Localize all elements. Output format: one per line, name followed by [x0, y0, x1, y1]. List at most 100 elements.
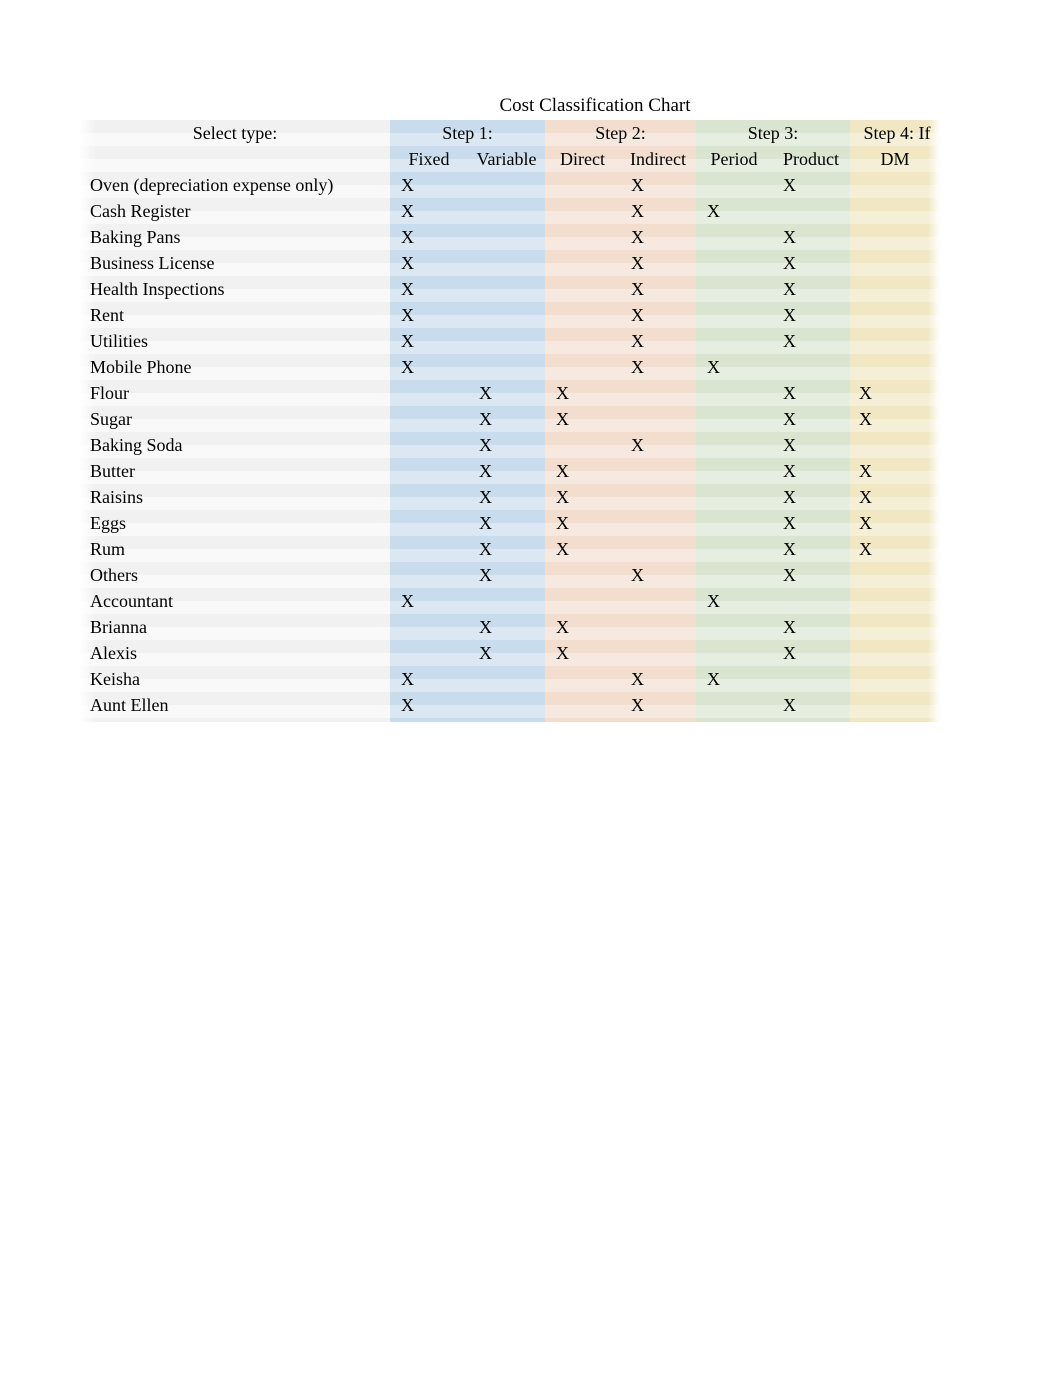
cell-direct[interactable] — [545, 666, 620, 692]
cell-direct[interactable]: X — [545, 510, 620, 536]
cell-period[interactable] — [696, 406, 772, 432]
cell-dm[interactable] — [850, 250, 940, 276]
cell-dm[interactable] — [850, 666, 940, 692]
cell-period[interactable] — [696, 328, 772, 354]
cell-direct[interactable] — [545, 562, 620, 588]
cell-indirect[interactable]: X — [620, 562, 696, 588]
cell-dm[interactable]: X — [850, 536, 940, 562]
cell-product[interactable]: X — [772, 458, 850, 484]
cell-indirect[interactable] — [620, 536, 696, 562]
cell-dm[interactable] — [850, 562, 940, 588]
cell-indirect[interactable]: X — [620, 198, 696, 224]
cell-period[interactable] — [696, 172, 772, 198]
cell-dm[interactable] — [850, 276, 940, 302]
cell-product[interactable]: X — [772, 302, 850, 328]
cell-variable[interactable] — [468, 250, 545, 276]
cell-dm[interactable]: X — [850, 406, 940, 432]
cell-direct[interactable] — [545, 198, 620, 224]
cell-direct[interactable] — [545, 432, 620, 458]
cell-fixed[interactable] — [390, 536, 468, 562]
cell-direct[interactable] — [545, 328, 620, 354]
cell-direct[interactable] — [545, 354, 620, 380]
cell-indirect[interactable] — [620, 406, 696, 432]
cell-indirect[interactable] — [620, 588, 696, 614]
cell-direct[interactable]: X — [545, 484, 620, 510]
cell-period[interactable] — [696, 302, 772, 328]
cell-indirect[interactable]: X — [620, 276, 696, 302]
cell-direct[interactable]: X — [545, 614, 620, 640]
cell-product[interactable] — [772, 354, 850, 380]
cell-variable[interactable] — [468, 224, 545, 250]
cell-variable[interactable]: X — [468, 484, 545, 510]
cell-product[interactable]: X — [772, 640, 850, 666]
cell-indirect[interactable] — [620, 484, 696, 510]
cell-variable[interactable]: X — [468, 432, 545, 458]
cell-period[interactable]: X — [696, 198, 772, 224]
cell-dm[interactable] — [850, 224, 940, 250]
cell-period[interactable] — [696, 484, 772, 510]
cell-product[interactable]: X — [772, 328, 850, 354]
cell-indirect[interactable]: X — [620, 354, 696, 380]
cell-period[interactable] — [696, 432, 772, 458]
cell-fixed[interactable]: X — [390, 250, 468, 276]
cell-variable[interactable] — [468, 354, 545, 380]
cell-period[interactable] — [696, 510, 772, 536]
cell-fixed[interactable] — [390, 614, 468, 640]
cell-fixed[interactable]: X — [390, 302, 468, 328]
cell-indirect[interactable]: X — [620, 328, 696, 354]
cell-fixed[interactable] — [390, 484, 468, 510]
cell-product[interactable]: X — [772, 172, 850, 198]
cell-indirect[interactable]: X — [620, 224, 696, 250]
cell-fixed[interactable] — [390, 458, 468, 484]
cell-dm[interactable] — [850, 198, 940, 224]
cell-product[interactable]: X — [772, 692, 850, 718]
cell-fixed[interactable]: X — [390, 276, 468, 302]
cell-direct[interactable] — [545, 276, 620, 302]
cell-direct[interactable]: X — [545, 536, 620, 562]
cell-period[interactable]: X — [696, 588, 772, 614]
cell-variable[interactable] — [468, 588, 545, 614]
cell-product[interactable]: X — [772, 406, 850, 432]
cell-indirect[interactable] — [620, 458, 696, 484]
cell-product[interactable]: X — [772, 380, 850, 406]
cell-direct[interactable] — [545, 692, 620, 718]
cell-period[interactable] — [696, 640, 772, 666]
cell-fixed[interactable]: X — [390, 198, 468, 224]
cell-variable[interactable] — [468, 666, 545, 692]
cell-period[interactable] — [696, 562, 772, 588]
cell-product[interactable]: X — [772, 484, 850, 510]
cell-direct[interactable] — [545, 250, 620, 276]
cell-variable[interactable]: X — [468, 562, 545, 588]
cell-indirect[interactable] — [620, 510, 696, 536]
cell-period[interactable] — [696, 380, 772, 406]
cell-dm[interactable] — [850, 640, 940, 666]
cell-dm[interactable] — [850, 172, 940, 198]
cell-period[interactable] — [696, 224, 772, 250]
cell-dm[interactable]: X — [850, 380, 940, 406]
cell-period[interactable] — [696, 692, 772, 718]
cell-period[interactable] — [696, 276, 772, 302]
cell-dm[interactable]: X — [850, 510, 940, 536]
cell-dm[interactable] — [850, 614, 940, 640]
cell-variable[interactable]: X — [468, 458, 545, 484]
cell-period[interactable] — [696, 614, 772, 640]
cell-dm[interactable] — [850, 432, 940, 458]
cell-fixed[interactable]: X — [390, 328, 468, 354]
cell-variable[interactable]: X — [468, 406, 545, 432]
cell-indirect[interactable]: X — [620, 692, 696, 718]
cell-fixed[interactable] — [390, 562, 468, 588]
cell-dm[interactable] — [850, 354, 940, 380]
cell-fixed[interactable] — [390, 380, 468, 406]
cell-variable[interactable] — [468, 328, 545, 354]
cell-variable[interactable]: X — [468, 380, 545, 406]
cell-fixed[interactable] — [390, 432, 468, 458]
cell-variable[interactable]: X — [468, 640, 545, 666]
cell-fixed[interactable] — [390, 640, 468, 666]
cell-direct[interactable]: X — [545, 406, 620, 432]
cell-variable[interactable]: X — [468, 510, 545, 536]
cell-dm[interactable] — [850, 692, 940, 718]
cell-indirect[interactable] — [620, 614, 696, 640]
cell-direct[interactable] — [545, 302, 620, 328]
cell-direct[interactable]: X — [545, 380, 620, 406]
cell-variable[interactable] — [468, 302, 545, 328]
